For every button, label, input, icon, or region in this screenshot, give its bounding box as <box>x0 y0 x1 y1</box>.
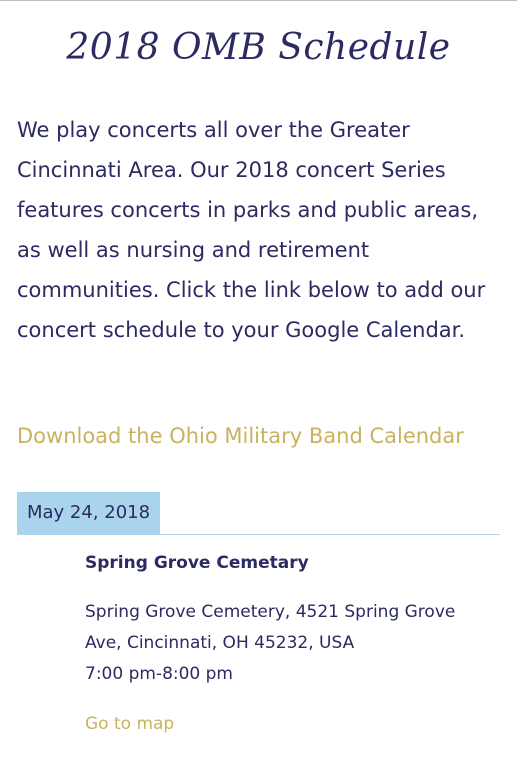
event-time: 7:00 pm-8:00 pm <box>85 664 233 684</box>
event-address: Spring Grove Cemetery, 4521 Spring Grove… <box>85 602 456 653</box>
event-divider <box>17 534 500 535</box>
event-card: May 24, 2018 Spring Grove Cemetary Sprin… <box>17 492 500 736</box>
intro-paragraph: We play concerts all over the Greater Ci… <box>17 118 486 342</box>
page-title: 2018 OMB Schedule <box>66 27 451 68</box>
top-divider <box>0 0 517 1</box>
go-to-map-link[interactable]: Go to map <box>85 712 174 736</box>
event-date-badge: May 24, 2018 <box>17 492 161 534</box>
event-details: Spring Grove Cemetary Spring Grove Cemet… <box>85 551 485 736</box>
download-calendar-link[interactable]: Download the Ohio Military Band Calendar <box>17 416 512 456</box>
event-venue: Spring Grove Cemetary <box>85 553 309 573</box>
